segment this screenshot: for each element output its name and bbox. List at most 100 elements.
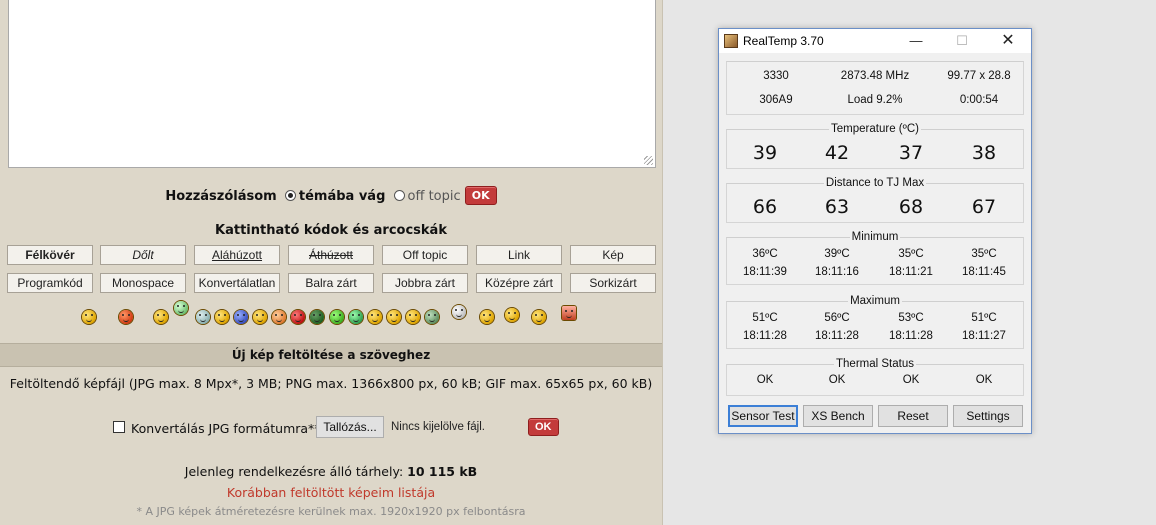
- temperature-title: Temperature (ºC): [829, 123, 921, 135]
- xs-bench-button[interactable]: XS Bench: [803, 405, 873, 427]
- core2-temp: 37: [898, 142, 924, 164]
- storage-value: 10 115 kB: [407, 464, 478, 479]
- reply-textarea[interactable]: [8, 0, 656, 168]
- maximum-group: Maximum 51ºC 56ºC 53ºC 51ºC 18:11:28 18:…: [726, 295, 1024, 349]
- cpu-stepping: 306A9: [759, 94, 793, 106]
- cpu-frequency: 2873.48 MHz: [840, 70, 910, 82]
- no-file-text: Nincs kijelölve fájl.: [391, 421, 485, 433]
- smile-smiley-icon[interactable]: [505, 308, 519, 322]
- previous-images-link[interactable]: Korábban feltöltött képeim listája: [0, 485, 662, 500]
- core1-thermal-status: OK: [828, 374, 846, 386]
- core1-max-temp: 56ºC: [824, 312, 850, 324]
- angry-smiley-icon[interactable]: [119, 310, 133, 324]
- monospace-button[interactable]: Monospace: [100, 273, 186, 293]
- grin-smiley-icon[interactable]: [154, 310, 168, 324]
- on-topic-label: témába vág: [298, 189, 386, 204]
- temperature-group: Temperature (ºC) 39 42 37 38: [726, 123, 1024, 169]
- core0-max-time: 18:11:28: [743, 330, 787, 342]
- minimum-group: Minimum 36ºC 39ºC 35ºC 35ºC 18:11:39 18:…: [726, 231, 1024, 285]
- blue-smiley-icon[interactable]: [234, 310, 248, 324]
- storage-row: Jelenleg rendelkezésre álló tárhely: 10 …: [0, 464, 662, 479]
- image-button[interactable]: Kép: [570, 245, 656, 265]
- core1-distance: 63: [824, 196, 850, 218]
- sad-smiley-icon[interactable]: [406, 310, 420, 324]
- core1-min-temp: 39ºC: [824, 248, 850, 260]
- bold-button[interactable]: Félkövér: [7, 245, 93, 265]
- minimize-icon[interactable]: —: [893, 29, 939, 53]
- radio-off-topic[interactable]: [393, 190, 405, 201]
- sick-smiley-icon[interactable]: [349, 310, 363, 324]
- happy-smiley-icon[interactable]: [215, 310, 229, 324]
- core1-temp: 42: [824, 142, 850, 164]
- strikethrough-button[interactable]: Áthúzott: [288, 245, 374, 265]
- realtemp-window: RealTemp 3.70 — ☐ ✕ 3330 2873.48 MHz 99.…: [718, 28, 1032, 434]
- underline-button[interactable]: Aláhúzott: [194, 245, 280, 265]
- reply-label: Hozzászólásom: [165, 189, 277, 204]
- minimum-title: Minimum: [849, 231, 901, 243]
- teeth-smiley-icon[interactable]: [196, 310, 210, 324]
- reply-topic-row: Hozzászólásom témába vág off topic OK: [0, 186, 662, 205]
- upload-section-header: Új kép feltöltése a szöveghez: [0, 343, 662, 367]
- italic-button[interactable]: Dőlt: [100, 245, 186, 265]
- core2-min-time: 18:11:21: [889, 266, 933, 278]
- core3-distance: 67: [971, 196, 997, 218]
- distance-group: Distance to TJ Max 66 63 68 67: [726, 177, 1024, 223]
- thinking-smiley-icon[interactable]: [480, 310, 494, 324]
- thumbs-smiley-icon[interactable]: [452, 305, 466, 319]
- radio-on-topic[interactable]: [284, 190, 296, 201]
- convert-jpg-checkbox[interactable]: [113, 421, 125, 433]
- upload-ok-button[interactable]: OK: [528, 418, 559, 436]
- jpg-resize-note: * A JPG képek átméretezésre kerülnek max…: [136, 505, 526, 518]
- settings-button[interactable]: Settings: [953, 405, 1023, 427]
- justify-button[interactable]: Sorkizárt: [570, 273, 656, 293]
- shades-smiley-icon[interactable]: [425, 310, 439, 324]
- cpu-info-group: 3330 2873.48 MHz 99.77 x 28.8 306A9 Load…: [726, 61, 1024, 115]
- core3-thermal-status: OK: [975, 374, 993, 386]
- red-smiley-icon[interactable]: [291, 310, 305, 324]
- core3-max-time: 18:11:27: [962, 330, 1006, 342]
- core2-thermal-status: OK: [902, 374, 920, 386]
- core2-distance: 68: [898, 196, 924, 218]
- reset-button[interactable]: Reset: [878, 405, 948, 427]
- cool-smiley-icon[interactable]: [310, 310, 324, 324]
- distance-title: Distance to TJ Max: [823, 177, 927, 189]
- core0-distance: 66: [752, 196, 778, 218]
- unconverted-button[interactable]: Konvertálatlan: [194, 273, 280, 293]
- maximize-icon[interactable]: ☐: [939, 29, 985, 53]
- core2-max-temp: 53ºC: [898, 312, 924, 324]
- core2-max-time: 18:11:28: [889, 330, 933, 342]
- maximum-title: Maximum: [848, 295, 902, 307]
- core2-min-temp: 35ºC: [898, 248, 924, 260]
- align-right-button[interactable]: Jobbra zárt: [382, 273, 468, 293]
- cpu-id: 3330: [763, 70, 789, 82]
- smiley-icon[interactable]: [82, 310, 96, 324]
- align-left-button[interactable]: Balra zárt: [288, 273, 374, 293]
- thermal-status-title: Thermal Status: [834, 358, 916, 370]
- core0-thermal-status: OK: [756, 374, 774, 386]
- code-button[interactable]: Programkód: [7, 273, 93, 293]
- close-icon[interactable]: ✕: [985, 29, 1031, 53]
- green-smiley-icon[interactable]: [330, 310, 344, 324]
- resize-grip-icon[interactable]: [644, 156, 653, 165]
- core0-temp: 39: [752, 142, 778, 164]
- cpu-multiplier: 99.77 x 28.8: [947, 70, 1011, 82]
- wall-smiley-icon[interactable]: [562, 306, 576, 320]
- title-bar[interactable]: RealTemp 3.70 — ☐ ✕: [719, 29, 1031, 53]
- convert-jpg-label: Konvertálás JPG formátumra**: [131, 421, 321, 436]
- core0-min-time: 18:11:39: [743, 266, 787, 278]
- tongue-smiley-icon[interactable]: [272, 310, 286, 324]
- thermal-status-group: Thermal Status OK OK OK OK: [726, 358, 1024, 396]
- wink-smiley-icon[interactable]: [368, 310, 382, 324]
- link-button[interactable]: Link: [476, 245, 562, 265]
- codes-title: Kattintható kódok és arcocskák: [215, 223, 447, 238]
- core3-min-time: 18:11:45: [962, 266, 1006, 278]
- worried-smiley-icon[interactable]: [253, 310, 267, 324]
- clap-smiley-icon[interactable]: [532, 310, 546, 324]
- big-grin-smiley-icon[interactable]: [174, 301, 188, 315]
- offtopic-code-button[interactable]: Off topic: [382, 245, 468, 265]
- sensor-test-button[interactable]: Sensor Test: [728, 405, 798, 427]
- align-center-button[interactable]: Középre zárt: [476, 273, 562, 293]
- reply-ok-button[interactable]: OK: [464, 186, 497, 205]
- smirk-smiley-icon[interactable]: [387, 310, 401, 324]
- browse-button[interactable]: Tallózás...: [316, 416, 384, 438]
